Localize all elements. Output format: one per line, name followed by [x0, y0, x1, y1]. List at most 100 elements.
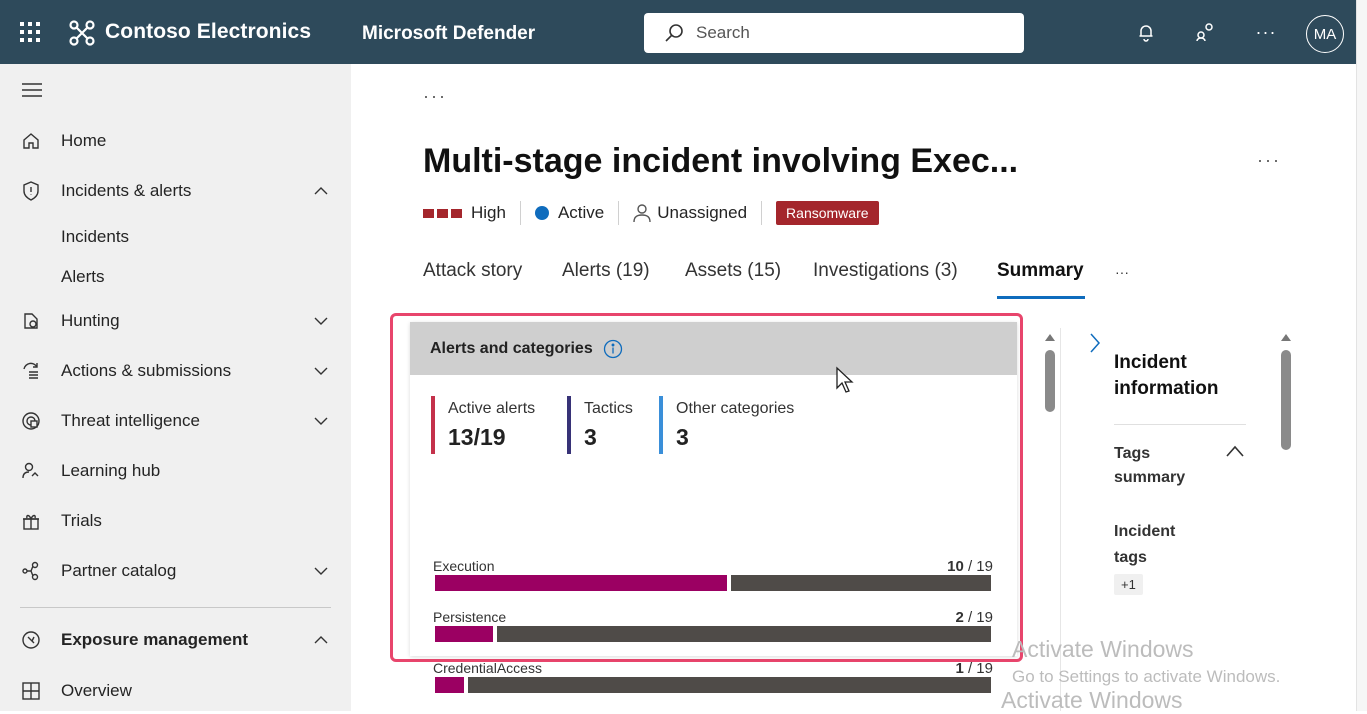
app-launcher-icon[interactable] — [18, 20, 42, 44]
chevron-up-icon[interactable] — [312, 182, 330, 200]
sidebar-item-label: Partner catalog — [61, 561, 177, 580]
ransomware-tag[interactable]: Ransomware — [776, 201, 879, 225]
threat-intel-icon — [20, 410, 42, 432]
tab-attack-story[interactable]: Attack story — [423, 260, 522, 282]
tab-investigations[interactable]: Investigations (3) — [813, 260, 958, 282]
chevron-down-icon[interactable] — [312, 312, 330, 330]
sidebar-divider — [20, 607, 331, 608]
product-name[interactable]: Microsoft Defender — [362, 23, 535, 45]
category-row-credential-access[interactable]: CredentialAccess 1 / 19 — [433, 660, 993, 704]
more-options-icon[interactable]: ··· — [1254, 20, 1278, 44]
tab-alerts[interactable]: Alerts (19) — [562, 260, 650, 282]
title-more-options[interactable]: ··· — [1257, 150, 1281, 171]
main-content: ··· Multi-stage incident involving Exec.… — [351, 64, 1356, 713]
activation-watermark: Activate Windows — [1001, 687, 1183, 713]
category-name: Persistence — [433, 609, 507, 625]
tab-assets[interactable]: Assets (15) — [685, 260, 781, 282]
sidebar-item-label: Trials — [61, 511, 102, 530]
sidebar-item-trials[interactable]: Trials — [0, 501, 351, 541]
actions-icon — [20, 360, 42, 382]
info-icon[interactable] — [603, 339, 623, 359]
shield-icon — [20, 180, 42, 202]
learning-hub-icon — [20, 460, 42, 482]
trials-icon — [20, 510, 42, 532]
activation-watermark-sub: Go to Settings to activate Windows. — [1012, 667, 1281, 686]
sidebar-item-label: Actions & submissions — [61, 361, 232, 380]
sidebar-item-label: Threat intelligence — [61, 411, 200, 430]
severity-icon — [423, 208, 462, 218]
breadcrumb-more[interactable]: ··· — [423, 86, 447, 107]
stat-label: Tactics — [584, 400, 633, 417]
chevron-up-icon[interactable] — [312, 631, 330, 649]
sidebar-subitem-alerts[interactable]: Alerts — [61, 267, 104, 287]
sidebar-subitem-incidents[interactable]: Incidents — [61, 227, 129, 247]
scrollbar-thumb[interactable] — [1045, 350, 1055, 412]
tags-summary-heading: Tags summary — [1114, 445, 1186, 486]
side-panel-separator — [1114, 424, 1246, 425]
home-icon — [20, 130, 42, 152]
sidebar-item-home[interactable]: Home — [0, 121, 351, 161]
search-icon — [665, 24, 683, 42]
partner-catalog-icon — [20, 560, 42, 582]
sidebar-item-label: Exposure management — [61, 630, 249, 649]
alerts-categories-card: Alerts and categories Active alerts 13/1… — [410, 322, 1017, 693]
sidebar-item-threat-intelligence[interactable]: Threat intelligence — [0, 401, 351, 441]
person-icon — [633, 204, 651, 223]
incident-tags-label: Incident tags — [1114, 523, 1176, 566]
category-count: 10 / 19 — [947, 558, 993, 575]
contoso-logo-icon — [68, 19, 96, 47]
sidebar-item-label: Hunting — [61, 311, 120, 330]
category-progress-bar — [435, 626, 991, 642]
sidebar-item-incidents-alerts[interactable]: Incidents & alerts — [0, 171, 351, 211]
incident-information-title: Incident information — [1114, 352, 1219, 399]
category-row-execution[interactable]: Execution 10 / 19 — [433, 558, 993, 602]
window-scrollbar[interactable] — [1356, 0, 1367, 711]
avatar[interactable]: MA — [1306, 15, 1344, 53]
card-header: Alerts and categories — [410, 322, 1017, 375]
search-input[interactable]: Search — [644, 13, 1024, 53]
active-tab-indicator — [997, 296, 1085, 299]
sidebar-item-exposure-management[interactable]: Exposure management — [0, 620, 351, 660]
category-progress-bar — [435, 677, 991, 693]
menu-collapse-icon[interactable] — [21, 82, 43, 103]
page-title: Multi-stage incident involving Exec... — [423, 142, 1019, 180]
chevron-down-icon[interactable] — [312, 562, 330, 580]
category-name: CredentialAccess — [433, 660, 542, 676]
more-tags-badge[interactable]: +1 — [1114, 574, 1143, 595]
chevron-right-icon[interactable] — [1088, 332, 1102, 354]
tab-summary[interactable]: Summary — [997, 260, 1084, 282]
tab-more[interactable]: ··· — [1115, 264, 1129, 280]
community-icon[interactable] — [1193, 20, 1217, 44]
stat-value: 13/19 — [448, 424, 506, 450]
card-title: Alerts and categories — [430, 339, 593, 357]
sidebar-item-partner-catalog[interactable]: Partner catalog — [0, 551, 351, 591]
org-name[interactable]: Contoso Electronics — [105, 20, 311, 44]
category-row-persistence[interactable]: Persistence 2 / 19 — [433, 609, 993, 653]
sidebar-item-actions-submissions[interactable]: Actions & submissions — [0, 351, 351, 391]
assignee-label[interactable]: Unassigned — [657, 203, 747, 223]
notifications-bell-icon[interactable] — [1134, 20, 1158, 44]
category-count: 1 / 19 — [955, 660, 993, 677]
status-dot-icon — [534, 206, 549, 220]
severity-label: High — [471, 203, 506, 222]
activation-watermark: Activate Windows — [1012, 636, 1194, 662]
sidebar-item-hunting[interactable]: Hunting — [0, 301, 351, 341]
sidebar-item-learning-hub[interactable]: Learning hub — [0, 451, 351, 491]
overview-icon — [20, 680, 42, 702]
category-count: 2 / 19 — [955, 609, 993, 626]
chevron-up-icon[interactable] — [1225, 444, 1245, 458]
stat-label: Active alerts — [448, 400, 536, 417]
sidebar: Home Incidents & alerts Incidents Alerts… — [0, 64, 351, 711]
sidebar-item-overview[interactable]: Overview — [0, 671, 351, 711]
stat-value: 3 — [676, 424, 689, 450]
category-progress-bar — [435, 575, 991, 591]
status-label: Active — [557, 203, 605, 222]
side-panel-scrollbar[interactable] — [1280, 328, 1292, 711]
chevron-down-icon[interactable] — [312, 412, 330, 430]
stat-value: 3 — [584, 424, 597, 450]
incident-meta: High Active Unassigned Ransomware — [423, 198, 879, 228]
sidebar-item-label: Learning hub — [61, 461, 161, 480]
chevron-down-icon[interactable] — [312, 362, 330, 380]
scrollbar-thumb[interactable] — [1281, 350, 1291, 450]
sidebar-item-label: Overview — [61, 681, 132, 700]
